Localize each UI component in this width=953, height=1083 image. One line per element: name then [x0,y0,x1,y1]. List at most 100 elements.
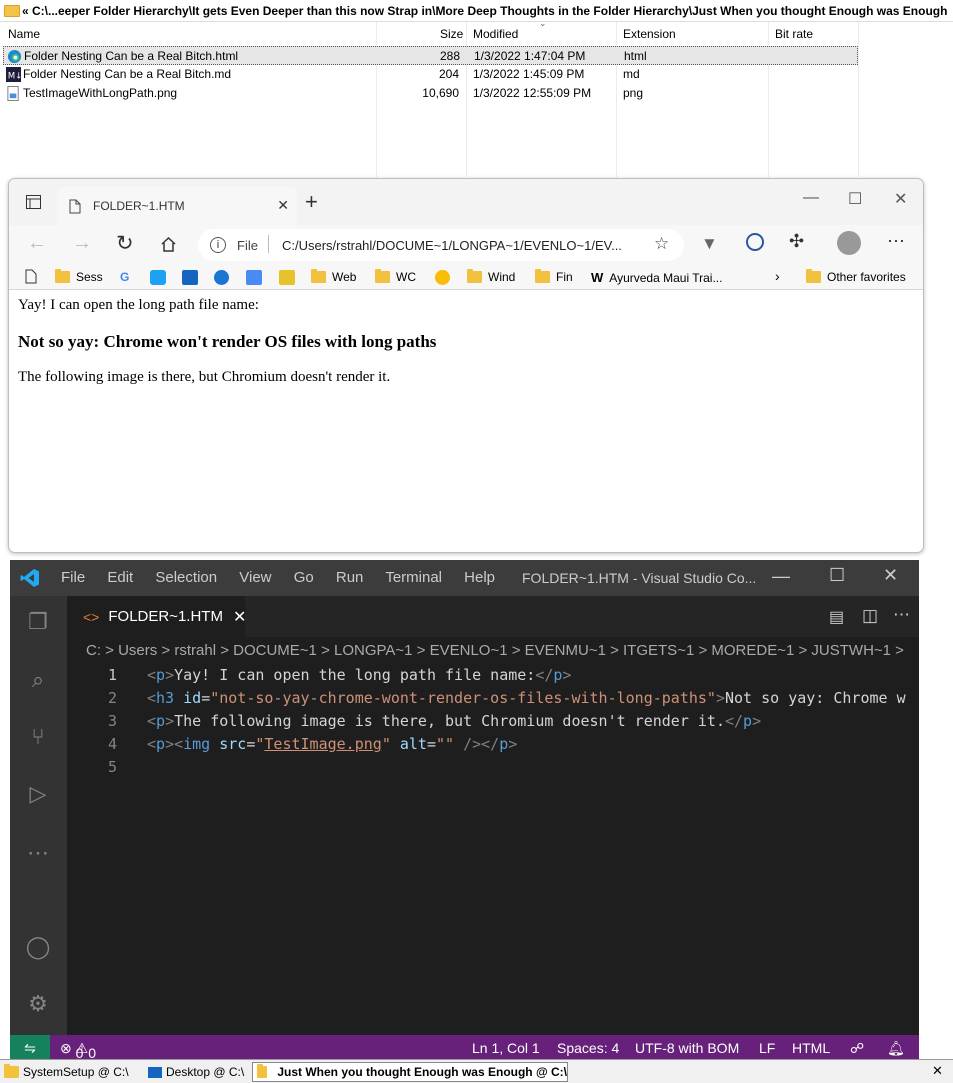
open-preview-icon[interactable]: ▤ [829,607,844,627]
line-number: 3 [107,712,117,730]
maximize-icon[interactable]: ☐ [829,565,845,586]
menu-run[interactable]: Run [336,569,364,586]
address-input[interactable]: C:/Users/rstrahl/DOCUME~1/LONGPA~1/EVENL… [282,238,622,253]
address-bar[interactable]: i File C:/Users/rstrahl/DOCUME~1/LONGPA~… [198,229,684,261]
favorite-wc[interactable]: WC [375,269,416,284]
taskbar-item[interactable]: SystemSetup @ C:\ [0,1062,138,1082]
column-bitrate[interactable]: Bit rate [775,27,813,41]
split-editor-icon[interactable]: ◫ [862,606,878,626]
more-menu-icon[interactable]: ⋯ [887,231,905,252]
menu-terminal[interactable]: Terminal [385,569,442,586]
file-row[interactable]: TestImageWithLongPath.png 10,690 1/3/202… [3,84,858,103]
minimize-icon[interactable]: — [772,566,790,587]
source-control-icon[interactable]: ⑂ [24,724,52,752]
tab-folder-htm[interactable]: FOLDER~1.HTM ✕ [57,187,297,225]
menu-go[interactable]: Go [294,569,314,586]
vscode-window: File Edit Selection View Go Run Terminal… [10,560,919,1061]
end-of-line[interactable]: LF [759,1040,775,1056]
remote-icon[interactable]: ⇋ [10,1035,50,1061]
extension-tracker-icon[interactable] [746,233,764,251]
notifications-bell-icon[interactable]: 🔔︎ [887,1040,905,1057]
activity-bar: ❐ ⌕ ⑂ ▷ ⋯ ◯ ⚙ [10,596,67,1035]
feedback-icon[interactable]: ☍ [850,1040,864,1057]
tab-close-icon[interactable]: ✕ [277,197,289,214]
file-row[interactable]: M↓ Folder Nesting Can be a Real Bitch.md… [3,65,858,84]
refresh-icon[interactable]: ↻ [116,231,134,256]
account-icon[interactable] [214,270,229,285]
extension-v-icon[interactable]: ▼ [701,234,718,254]
column-name[interactable]: Name [8,27,40,41]
favorite-sess[interactable]: Sess [55,269,103,284]
accounts-icon[interactable]: ◯ [24,934,52,962]
cursor-position[interactable]: Ln 1, Col 1 [472,1040,540,1056]
breadcrumb[interactable]: C: > Users > rstrahl > DOCUME~1 > LONGPA… [86,642,904,659]
menu-edit[interactable]: Edit [107,569,133,586]
favorite-ayurveda[interactable]: W Ayurveda Maui Trai... [591,270,722,285]
column-extension[interactable]: Extension [623,27,676,41]
run-debug-icon[interactable]: ▷ [24,781,52,809]
tab-title: FOLDER~1.HTM [93,199,185,213]
info-icon[interactable]: i [210,237,226,253]
tab-folder-htm[interactable]: <> FOLDER~1.HTM ✕ [67,596,246,637]
translate-icon[interactable] [246,270,262,285]
maximize-icon[interactable]: ☐ [848,189,862,209]
taskbar-item-active[interactable]: Just When you thought Enough was Enough … [252,1062,568,1082]
minimize-icon[interactable]: — [803,189,819,207]
back-icon[interactable]: ← [27,232,47,255]
markdown-icon: M↓ [6,67,21,82]
close-window-icon[interactable]: ✕ [883,565,898,586]
vscode-logo-icon [20,569,39,587]
menu-file[interactable]: File [61,569,85,586]
column-size[interactable]: Size [440,27,463,41]
profile-avatar[interactable] [837,231,861,255]
code-line: <h3 id="not-so-yay-chrome-wont-render-os… [147,689,906,707]
file-row[interactable]: Folder Nesting Can be a Real Bitch.html … [3,46,858,65]
favorite-other[interactable]: Other favorites [806,269,906,284]
tab-close-icon[interactable]: ✕ [233,607,246,627]
calendar-icon[interactable] [182,270,198,285]
weather-icon[interactable] [435,270,450,285]
encoding[interactable]: UTF-8 with BOM [635,1040,739,1056]
folder-icon [375,269,390,283]
folder-icon [311,269,326,283]
menu-selection[interactable]: Selection [155,569,217,586]
add-favorite-icon[interactable]: ☆ [654,234,669,254]
code-line: <p><img src="TestImage.png" alt="" /></p… [147,735,518,753]
edge-address-bar-row: ← → ↻ i File C:/Users/rstrahl/DOCUME~1/L… [9,225,923,265]
extensions-puzzle-icon[interactable]: ✣ [789,231,804,252]
notes-icon[interactable] [279,270,295,285]
explorer-files-icon[interactable]: ❐ [24,609,52,637]
favorite-web[interactable]: Web [311,269,356,284]
menu-help[interactable]: Help [464,569,495,586]
indentation[interactable]: Spaces: 4 [557,1040,619,1056]
taskbar-item[interactable]: Desktop @ C:\ [144,1062,248,1082]
settings-gear-icon[interactable]: ⚙ [24,991,52,1019]
language-mode[interactable]: HTML [792,1040,830,1056]
page-icon[interactable] [25,269,37,284]
folder-icon [55,269,70,283]
edge-icon [7,49,22,64]
tab-actions-icon[interactable] [26,195,41,209]
more-favorites-chevron-icon[interactable]: › [775,268,780,284]
search-icon[interactable]: ⌕ [24,667,52,695]
favorite-wind[interactable]: Wind [467,269,515,284]
home-icon[interactable] [160,236,177,253]
close-window-icon[interactable]: ✕ [894,189,907,209]
line-number: 5 [107,758,117,776]
twitter-icon[interactable] [150,270,166,285]
more-views-icon[interactable]: ⋯ [24,840,52,868]
new-tab-icon[interactable]: + [305,189,318,215]
google-icon[interactable]: G [120,270,129,284]
taskbar: SystemSetup @ C:\ Desktop @ C:\ Just Whe… [0,1059,953,1083]
favorite-fin[interactable]: Fin [535,269,573,284]
favorites-bar: Sess G Web WC Wind Fin W Ayurveda Maui Tr… [9,265,923,290]
column-modified[interactable]: Modified [473,27,518,41]
folder-icon [806,269,821,283]
site-label: File [237,238,258,253]
problems-indicator[interactable]: ⊗ 0 ⚠ 0 [60,1040,96,1061]
explorer-path[interactable]: « C:\...eeper Folder Hierarchy\It gets E… [22,4,947,18]
menu-view[interactable]: View [239,569,271,586]
more-actions-icon[interactable]: ⋯ [893,605,910,625]
taskbar-close-icon[interactable]: ✕ [932,1063,943,1079]
forward-icon[interactable]: → [72,232,92,255]
